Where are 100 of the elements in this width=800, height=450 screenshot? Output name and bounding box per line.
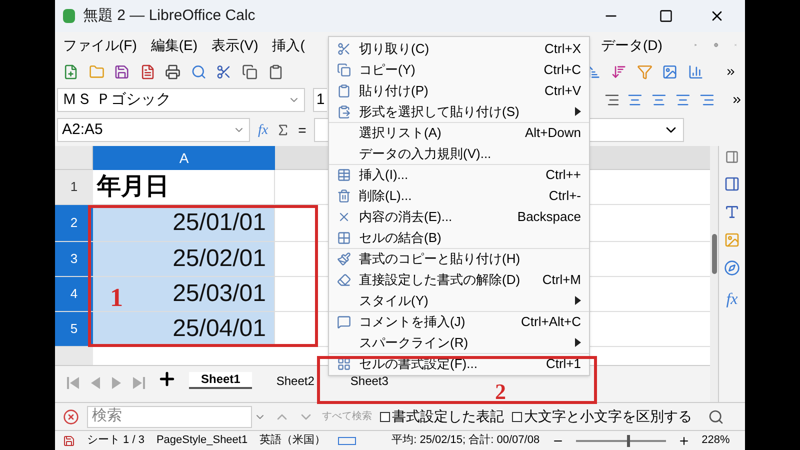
styles-icon[interactable] bbox=[724, 204, 740, 220]
scrollbar-thumb[interactable] bbox=[712, 234, 716, 274]
menu-item-icon bbox=[337, 230, 351, 244]
filter-icon[interactable] bbox=[636, 64, 652, 80]
pdf-icon[interactable] bbox=[140, 64, 156, 80]
navigator-icon[interactable] bbox=[724, 260, 740, 276]
submenu-arrow-icon bbox=[575, 338, 581, 347]
sheet-count: シート 1 / 3 bbox=[87, 433, 144, 448]
selection-summary: 平均: 25/02/15; 合計: 00/07/08 bbox=[392, 432, 540, 448]
row-header[interactable]: 4 bbox=[55, 277, 93, 311]
menu-item-icon bbox=[337, 188, 351, 202]
window-title: 無題 2 — LibreOffice Calc bbox=[83, 6, 256, 26]
menu-item-icon bbox=[337, 84, 351, 98]
folder-icon[interactable] bbox=[88, 64, 104, 80]
context-menu-item[interactable]: 挿入(I)... Ctrl++ bbox=[329, 164, 589, 185]
maximize-icon[interactable] bbox=[659, 9, 673, 23]
function-wizard-button[interactable]: fx bbox=[258, 120, 268, 140]
sheet-tab[interactable]: Sheet3 bbox=[338, 374, 400, 389]
name-box[interactable]: A2:A5 bbox=[57, 118, 250, 142]
menu-item[interactable]: 編集(E) bbox=[150, 34, 198, 56]
column-header[interactable]: A bbox=[93, 146, 275, 170]
menu-item-icon bbox=[337, 315, 351, 329]
language: 英語（米国） bbox=[260, 433, 326, 448]
zoom-in-icon[interactable] bbox=[678, 434, 690, 446]
font-name-field[interactable]: ＭＳ Ｐゴシック bbox=[57, 88, 306, 112]
context-menu-item[interactable]: 形式を選択して貼り付け(S) bbox=[329, 101, 589, 122]
submenu-arrow-icon bbox=[575, 296, 581, 305]
menu-item-icon bbox=[337, 42, 351, 56]
checkbox-label: 大文字と小文字を区別する bbox=[524, 407, 692, 426]
page-style: PageStyle_Sheet1 bbox=[156, 433, 248, 448]
overflow-icon[interactable] bbox=[731, 94, 743, 106]
next-sheet-icon[interactable] bbox=[112, 377, 121, 389]
menu-item-icon bbox=[337, 252, 351, 266]
annotation-number: 1 bbox=[110, 282, 123, 314]
align-right-icon[interactable] bbox=[604, 92, 620, 108]
sheet-tab[interactable]: Sheet2 bbox=[264, 374, 326, 389]
row-header[interactable]: 2 bbox=[55, 205, 93, 241]
row-header[interactable]: 3 bbox=[55, 242, 93, 276]
menu-item[interactable]: 挿入( bbox=[272, 34, 305, 56]
copy-icon[interactable] bbox=[242, 64, 258, 80]
print-icon[interactable] bbox=[165, 64, 181, 80]
checkbox-label: 書式設定した表記 bbox=[392, 407, 504, 426]
menu-item[interactable]: ファイル(F) bbox=[63, 34, 137, 56]
formula-equals[interactable]: = bbox=[298, 120, 306, 140]
save-status-icon bbox=[63, 434, 75, 446]
checkbox[interactable] bbox=[512, 412, 522, 422]
context-menu-item[interactable]: 直接設定した書式の解除(D) Ctrl+M bbox=[329, 269, 589, 290]
context-menu-item[interactable]: 貼り付け(P) Ctrl+V bbox=[329, 80, 589, 101]
first-sheet-icon[interactable] bbox=[67, 377, 79, 389]
gallery-icon[interactable] bbox=[724, 232, 740, 248]
context-menu-item[interactable]: データの入力規則(V)... bbox=[329, 143, 589, 164]
corner-cell[interactable] bbox=[55, 146, 93, 170]
menu-item[interactable]: データ(D) bbox=[601, 34, 662, 56]
annotation-number: 2 bbox=[495, 381, 506, 403]
menu-item-icon bbox=[337, 168, 351, 182]
sheet-tab[interactable]: Sheet1 bbox=[189, 372, 252, 389]
align-middle-icon[interactable] bbox=[651, 92, 668, 108]
submenu-arrow-icon bbox=[575, 107, 581, 116]
row-header[interactable]: 5 bbox=[55, 312, 93, 346]
table-cell: 25/01/01 bbox=[93, 205, 275, 241]
zoom-percent: 228% bbox=[702, 433, 730, 448]
selection-mode-icon bbox=[338, 436, 356, 444]
table-cell: 年月日 bbox=[93, 170, 275, 204]
preview-icon[interactable] bbox=[190, 64, 206, 80]
zoom-thumb[interactable] bbox=[626, 434, 630, 446]
checkbox[interactable] bbox=[380, 412, 390, 422]
sidebar-menu-icon[interactable] bbox=[725, 150, 739, 164]
save-icon[interactable] bbox=[114, 64, 130, 80]
search-field[interactable]: 検索 bbox=[87, 406, 252, 428]
menu-item-icon bbox=[337, 272, 351, 286]
menu-item-icon bbox=[337, 62, 351, 76]
new-file-icon[interactable] bbox=[63, 64, 79, 80]
paste-icon[interactable] bbox=[268, 64, 284, 80]
align-top-icon[interactable] bbox=[627, 92, 644, 108]
menu-item-icon bbox=[337, 357, 351, 371]
functions-button[interactable]: fx bbox=[726, 288, 738, 312]
font-size-field[interactable]: 1 bbox=[313, 88, 328, 112]
previous-sheet-icon[interactable] bbox=[91, 377, 100, 389]
last-sheet-icon[interactable] bbox=[133, 377, 145, 389]
add-sheet-icon[interactable] bbox=[157, 369, 177, 389]
wrap-text-icon[interactable] bbox=[699, 92, 716, 108]
find-replace-icon[interactable] bbox=[708, 408, 724, 424]
context-menu-item[interactable]: 選択リスト(A) Alt+Down bbox=[329, 122, 589, 143]
app-icon bbox=[63, 9, 75, 23]
context-menu-item[interactable]: コメントを挿入(J) Ctrl+Alt+C bbox=[329, 311, 589, 332]
menu-item[interactable]: 表示(V) bbox=[212, 34, 258, 56]
row-header[interactable]: 1 bbox=[55, 170, 93, 204]
menu-item-icon bbox=[337, 104, 351, 118]
cut-icon[interactable] bbox=[216, 64, 232, 80]
context-menu-item[interactable]: 切り取り(C) Ctrl+X bbox=[329, 38, 589, 59]
sort-descending-icon[interactable] bbox=[611, 64, 627, 80]
context-menu-item[interactable]: セルの結合(B) bbox=[329, 227, 589, 248]
image-icon[interactable] bbox=[662, 64, 678, 80]
properties-icon[interactable] bbox=[724, 176, 740, 192]
chart-icon[interactable] bbox=[688, 64, 704, 80]
table-cell: 25/04/01 bbox=[93, 312, 275, 346]
close-find-icon[interactable] bbox=[63, 408, 79, 424]
context-menu-item[interactable]: スパークライン(R) bbox=[329, 332, 589, 353]
align-bottom-icon[interactable] bbox=[675, 92, 692, 108]
context-menu-item[interactable]: コピー(Y) Ctrl+C bbox=[329, 59, 589, 80]
